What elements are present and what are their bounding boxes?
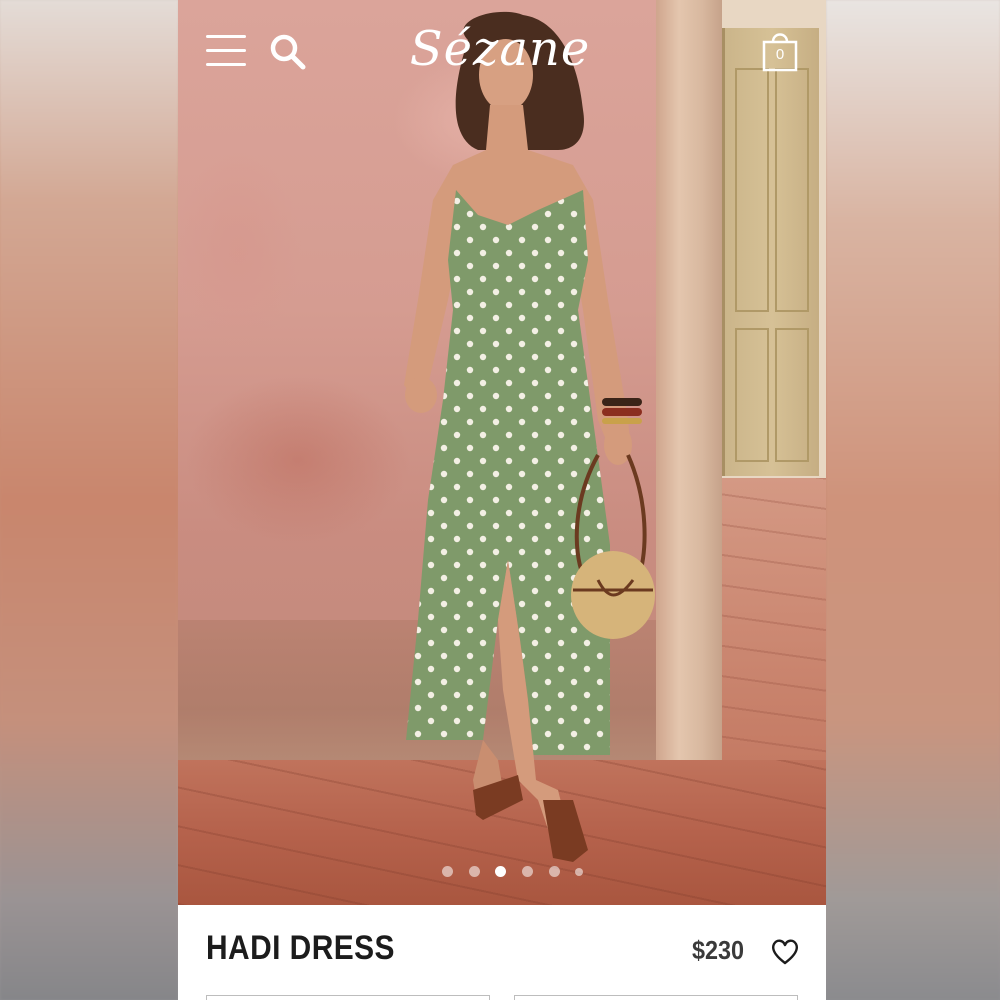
product-name: HADI DRESS xyxy=(206,929,395,967)
carousel-dot-4[interactable] xyxy=(522,866,533,877)
mobile-product-page: Sézane 0 HADI DRESS $230 xyxy=(178,0,826,1000)
carousel-dot-2[interactable] xyxy=(469,866,480,877)
option-selector-left[interactable] xyxy=(206,995,490,1000)
product-image[interactable]: Sézane 0 xyxy=(178,0,826,905)
carousel-dot-3-active[interactable] xyxy=(495,866,506,877)
model-figure xyxy=(404,11,655,862)
shopping-bag-icon[interactable]: 0 xyxy=(762,30,798,72)
background-blur-left xyxy=(0,0,178,1000)
top-navigation: Sézane 0 xyxy=(178,0,826,100)
search-icon[interactable] xyxy=(268,32,308,72)
option-selector-right[interactable] xyxy=(514,995,798,1000)
hamburger-menu-icon[interactable] xyxy=(206,33,246,67)
carousel-dot-6[interactable] xyxy=(575,868,583,876)
product-price: $230 xyxy=(692,935,745,965)
background-blur-right xyxy=(826,0,1000,1000)
product-info: HADI DRESS $230 xyxy=(178,905,826,1000)
heart-icon[interactable] xyxy=(770,938,800,966)
bag-count: 0 xyxy=(775,46,785,63)
carousel-dot-1[interactable] xyxy=(442,866,453,877)
brand-logo[interactable]: Sézane xyxy=(400,14,600,84)
carousel-dot-5[interactable] xyxy=(549,866,560,877)
